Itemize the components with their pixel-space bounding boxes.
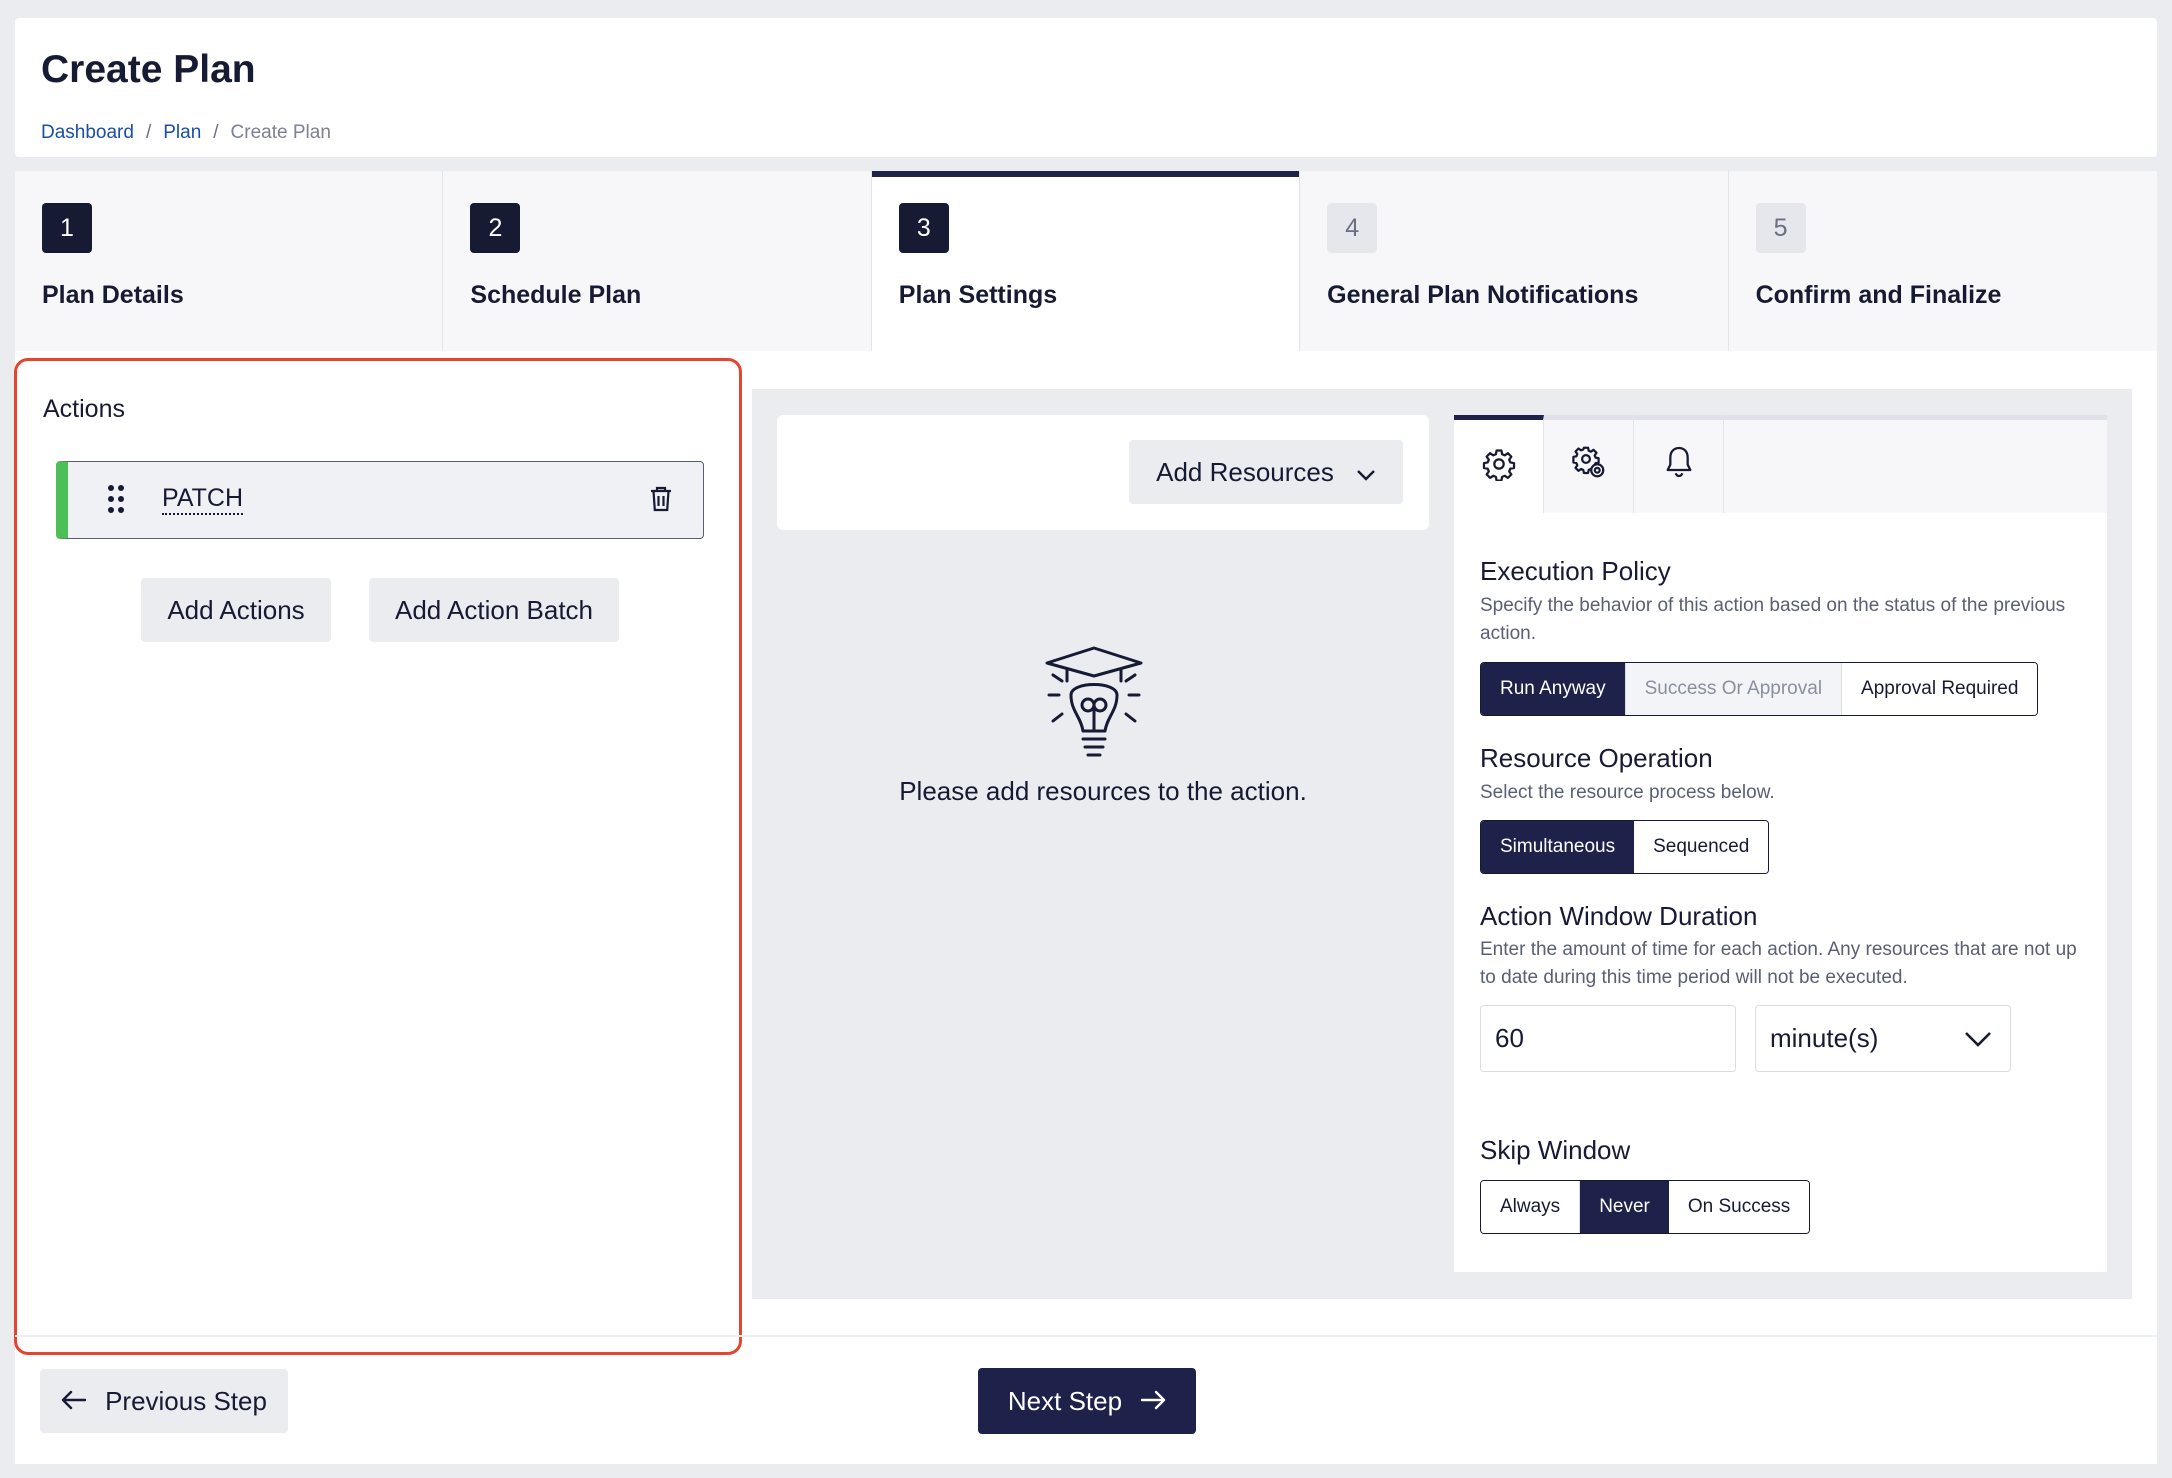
step-number: 1 [42,203,92,253]
option-simultaneous[interactable]: Simultaneous [1481,821,1635,873]
gear-icon [1482,447,1516,486]
action-name[interactable]: PATCH [162,483,244,515]
step-number: 5 [1755,203,1806,253]
option-on-success[interactable]: On Success [1668,1181,1810,1233]
execution-policy-options: Run Anyway Success Or Approval Approval … [1480,662,2039,716]
page-header: Create Plan Dashboard / Plan / Create Pl… [15,18,2157,157]
trash-icon[interactable] [649,485,673,518]
next-step-button[interactable]: Next Step [978,1368,1196,1434]
duration-input[interactable]: 60 [1480,1005,1736,1072]
add-resources-label: Add Resources [1156,456,1334,487]
previous-step-label: Previous Step [105,1385,267,1416]
breadcrumb-current: Create Plan [230,122,331,143]
tab-advanced-settings[interactable] [1544,415,1634,513]
action-item[interactable]: PATCH [56,461,704,539]
actions-title: Actions [43,395,125,423]
breadcrumb: Dashboard / Plan / Create Plan [41,122,331,144]
tab-settings[interactable] [1454,415,1544,513]
step-label: Plan Details [42,281,184,309]
page-title: Create Plan [41,48,256,91]
step-general-plan-notifications[interactable]: 4 General Plan Notifications [1300,171,1729,351]
option-success-or-approval[interactable]: Success Or Approval [1624,663,1842,715]
step-label: Schedule Plan [470,281,642,309]
drag-handle-icon[interactable] [108,484,124,519]
skip-window-options: Always Never On Success [1480,1180,1811,1234]
step-label: General Plan Notifications [1327,281,1639,309]
stepper: 1 Plan Details 2 Schedule Plan 3 Plan Se… [15,171,2157,351]
chevron-down-icon [1356,457,1376,488]
step-plan-settings[interactable]: 3 Plan Settings [871,171,1301,351]
tab-notifications[interactable] [1634,415,1724,513]
step-confirm-and-finalize[interactable]: 5 Confirm and Finalize [1728,171,2157,351]
add-actions-button[interactable]: Add Actions [141,578,331,642]
empty-state-message: Please add resources to the action. [899,776,1307,806]
execution-policy-title: Execution Policy [1480,556,1671,586]
arrow-right-icon [1140,1386,1166,1417]
lightbulb-icon [1033,643,1155,776]
option-approval-required[interactable]: Approval Required [1841,663,2038,715]
resource-operation-description: Select the resource process below. [1480,782,1775,803]
step-label: Plan Settings [898,281,1058,309]
option-sequenced[interactable]: Sequenced [1634,821,1769,873]
step-label: Confirm and Finalize [1755,281,2002,309]
step-schedule-plan[interactable]: 2 Schedule Plan [443,171,872,351]
arrow-left-icon [61,1386,87,1417]
resource-operation-title: Resource Operation [1480,743,1713,773]
resources-toolbar: Add Resources [777,415,1429,530]
option-always[interactable]: Always [1481,1181,1581,1233]
option-run-anyway[interactable]: Run Anyway [1481,663,1625,715]
footer-divider [15,1335,2157,1337]
next-step-label: Next Step [1007,1385,1123,1416]
settings-tabs [1454,415,2107,513]
duration-unit-select[interactable]: minute(s) [1755,1005,2011,1072]
gears-icon [1571,444,1607,485]
breadcrumb-separator: / [145,122,152,143]
breadcrumb-dashboard[interactable]: Dashboard [41,122,134,144]
action-window-description: Enter the amount of time for each action… [1480,939,2077,988]
step-number: 3 [898,203,949,253]
skip-window-title: Skip Window [1480,1135,1631,1165]
actions-panel: Actions PATCH Add Actions Add Action Bat… [14,358,742,1355]
add-resources-dropdown[interactable]: Add Resources [1129,440,1403,504]
bell-icon [1663,444,1695,485]
action-window-title: Action Window Duration [1480,901,1758,931]
duration-unit-value: minute(s) [1770,1023,1879,1053]
previous-step-button[interactable]: Previous Step [40,1369,288,1433]
settings-panel: Execution Policy Specify the behavior of… [1454,415,2107,1272]
execution-policy-description: Specify the behavior of this action base… [1480,595,2066,644]
breadcrumb-separator: / [213,122,219,143]
add-action-batch-button[interactable]: Add Action Batch [369,578,619,642]
step-number: 4 [1327,203,1378,253]
chevron-down-icon [1964,1023,1992,1054]
option-never[interactable]: Never [1580,1181,1669,1233]
resource-operation-options: Simultaneous Sequenced [1480,820,1770,874]
breadcrumb-plan[interactable]: Plan [163,122,201,144]
step-number: 2 [470,203,521,253]
step-plan-details[interactable]: 1 Plan Details [15,171,444,351]
